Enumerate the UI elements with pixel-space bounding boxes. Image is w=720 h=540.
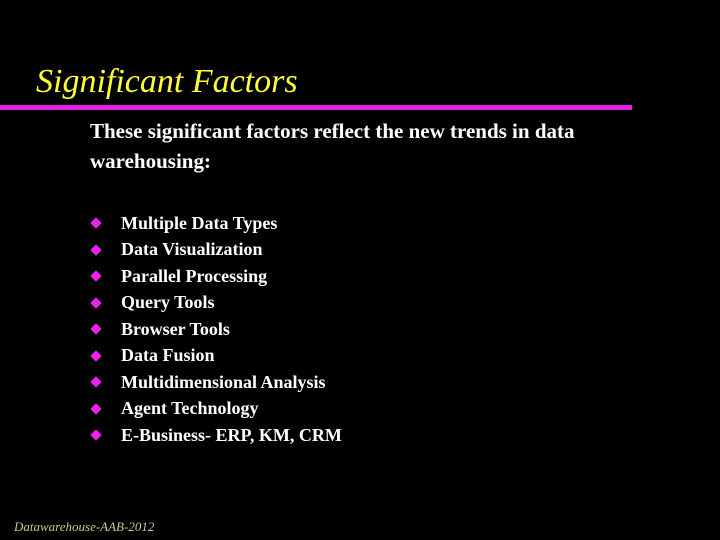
- list-item: Parallel Processing: [90, 263, 342, 290]
- list-item: Multidimensional Analysis: [90, 369, 342, 396]
- list-item-label: Agent Technology: [121, 398, 259, 419]
- list-item-label: E-Business- ERP, KM, CRM: [121, 424, 342, 445]
- diamond-bullet-icon: [90, 217, 102, 229]
- list-item-label: Data Visualization: [121, 239, 263, 260]
- diamond-bullet-icon: [90, 350, 102, 362]
- list-item-label: Query Tools: [121, 292, 215, 313]
- list-item-label: Parallel Processing: [121, 265, 268, 286]
- title-divider: [0, 105, 632, 110]
- diamond-bullet-icon: [90, 323, 102, 335]
- list-item: Data Visualization: [90, 237, 342, 264]
- list-item-label: Multiple Data Types: [121, 212, 278, 233]
- list-item: E-Business- ERP, KM, CRM: [90, 422, 342, 449]
- diamond-bullet-icon: [90, 244, 102, 256]
- factor-list: Multiple Data Types Data Visualization P…: [90, 210, 342, 449]
- diamond-bullet-icon: [90, 376, 102, 388]
- diamond-bullet-icon: [90, 403, 102, 415]
- list-item: Agent Technology: [90, 396, 342, 423]
- slide-title: Significant Factors: [36, 63, 298, 100]
- list-item-label: Multidimensional Analysis: [121, 371, 326, 392]
- list-item: Data Fusion: [90, 343, 342, 370]
- list-item: Query Tools: [90, 290, 342, 317]
- intro-text: These significant factors reflect the ne…: [90, 119, 575, 173]
- diamond-bullet-icon: [90, 270, 102, 282]
- list-item-label: Browser Tools: [121, 318, 230, 339]
- list-item-label: Data Fusion: [121, 345, 215, 366]
- diamond-bullet-icon: [90, 429, 102, 441]
- list-item: Multiple Data Types: [90, 210, 342, 237]
- list-item: Browser Tools: [90, 316, 342, 343]
- diamond-bullet-icon: [90, 297, 102, 309]
- slide-footer: Datawarehouse-AAB-2012: [14, 519, 155, 534]
